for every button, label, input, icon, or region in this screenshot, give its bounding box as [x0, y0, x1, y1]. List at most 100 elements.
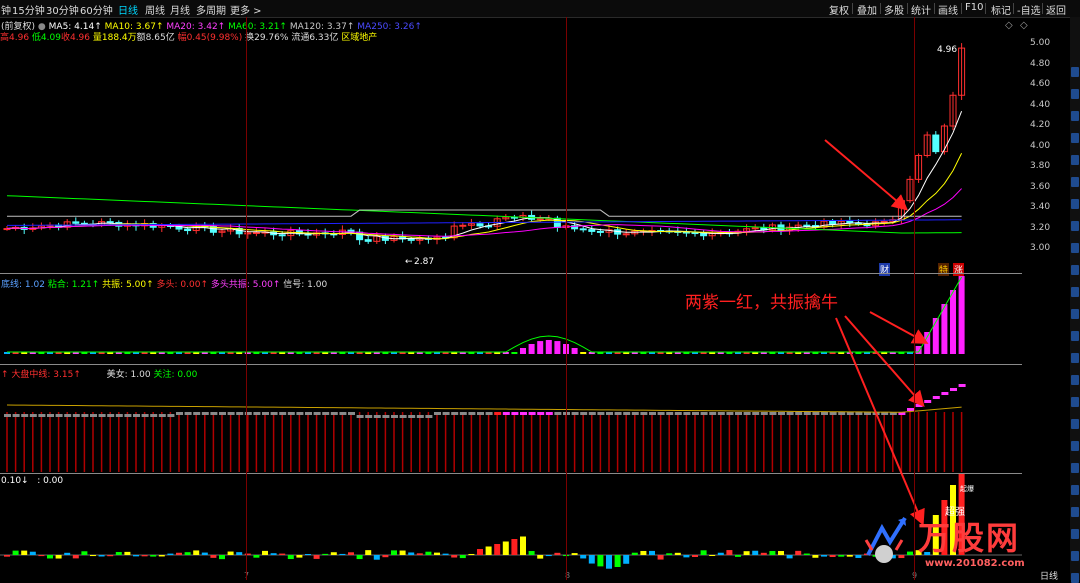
- candle-body: [252, 232, 260, 235]
- ind2-marker: [81, 414, 89, 417]
- ind3-bar: [795, 550, 802, 555]
- ind3-bar: [778, 551, 784, 555]
- sidebar-tool-icon[interactable]: [1071, 89, 1079, 99]
- ind3-bar: [597, 555, 604, 567]
- ind2-marker: [795, 412, 803, 415]
- ind2-marker: [451, 412, 459, 415]
- tab-weekly[interactable]: 周线: [145, 2, 165, 17]
- overlay-button[interactable]: 叠加: [857, 2, 877, 17]
- ind2-marker: [133, 414, 140, 417]
- sidebar-tool-icon[interactable]: [1071, 507, 1079, 517]
- ind3-bar: [485, 546, 492, 555]
- ind2-marker: [382, 415, 390, 418]
- tab-60min[interactable]: 60分钟: [80, 2, 113, 17]
- sidebar-tool-icon[interactable]: [1071, 111, 1079, 121]
- tab-15min[interactable]: 15分钟: [12, 2, 45, 17]
- ind3-bar: [812, 555, 819, 558]
- ind3-bar: [124, 551, 131, 555]
- ind2-marker: [907, 408, 914, 411]
- ind2-marker: [520, 412, 527, 415]
- ind2-marker: [12, 414, 20, 417]
- sidebar-tool-icon[interactable]: [1071, 199, 1079, 209]
- ind2-marker: [287, 412, 295, 415]
- tab-daily[interactable]: 日线: [118, 2, 138, 17]
- statistics-button[interactable]: 统计: [911, 2, 931, 17]
- top-toolbar: 钟 15分钟 30分钟 60分钟 日线 周线 月线 多周期 更多 > 复权 叠加…: [0, 0, 1080, 18]
- ind3-bar: [735, 555, 741, 557]
- ind2-marker: [141, 414, 149, 417]
- ind1-bar: [520, 348, 526, 354]
- remove-favorite-button[interactable]: -自选: [1017, 2, 1041, 17]
- ind2-marker: [924, 400, 932, 403]
- market-indicator-chart: 4.503.001.50: [4, 384, 966, 472]
- sidebar-tool-icon[interactable]: [1071, 309, 1079, 319]
- sidebar-tool-icon[interactable]: [1071, 155, 1079, 165]
- ind3-bar: [752, 550, 759, 555]
- f10-button[interactable]: F10: [965, 2, 983, 13]
- ind3-bar: [399, 550, 406, 555]
- ind2-marker: [674, 412, 682, 415]
- sidebar-tool-icon[interactable]: [1071, 375, 1079, 385]
- sidebar-tool-icon[interactable]: [1071, 463, 1079, 473]
- ind2-marker: [812, 412, 820, 415]
- ind3-bar: [821, 555, 827, 557]
- sidebar-tool-icon[interactable]: [1071, 573, 1079, 583]
- ind3-bar: [769, 550, 776, 555]
- candle-body: [278, 234, 286, 237]
- ind2-marker: [124, 414, 132, 417]
- ind2-marker: [408, 415, 416, 418]
- ind2-marker: [769, 412, 777, 415]
- tab-monthly[interactable]: 月线: [170, 2, 190, 17]
- mark-button[interactable]: 标记: [991, 2, 1011, 17]
- ind3-bar: [554, 552, 561, 555]
- ind2-marker: [236, 412, 244, 415]
- ind3-bar: [279, 553, 286, 555]
- ind3-bar: [167, 553, 174, 555]
- draw-line-button[interactable]: 画线: [938, 2, 958, 17]
- multi-stock-button[interactable]: 多股: [884, 2, 904, 17]
- back-button[interactable]: 返回: [1046, 2, 1066, 17]
- ind2-marker: [786, 412, 794, 415]
- sidebar-tool-icon[interactable]: [1071, 397, 1079, 407]
- ind2-marker: [846, 412, 854, 415]
- ind3-bar: [176, 552, 182, 555]
- sidebar-tool-icon[interactable]: [1071, 243, 1079, 253]
- sidebar-tool-icon[interactable]: [1071, 441, 1079, 451]
- sidebar-tool-icon[interactable]: [1071, 353, 1079, 363]
- sidebar-tool-icon[interactable]: [1071, 331, 1079, 341]
- tab-minute[interactable]: 钟: [1, 2, 11, 17]
- candle-body: [803, 224, 811, 227]
- tab-30min[interactable]: 30分钟: [46, 2, 79, 17]
- sidebar-tool-icon[interactable]: [1071, 485, 1079, 495]
- period-label[interactable]: 日线: [1040, 569, 1058, 582]
- ind3-bar: [193, 550, 200, 555]
- ind2-marker: [537, 412, 545, 415]
- ind2-marker: [158, 414, 166, 417]
- sidebar-tool-icon[interactable]: [1071, 529, 1079, 539]
- sidebar-tool-icon[interactable]: [1071, 133, 1079, 143]
- ind2-marker: [296, 412, 304, 415]
- ind2-marker: [606, 412, 613, 415]
- ind3-bar: [520, 536, 526, 555]
- ind3-bar: [657, 555, 664, 560]
- ind3-bar: [829, 555, 836, 558]
- ind1-bar: [932, 318, 939, 354]
- sidebar-tool-icon[interactable]: [1071, 177, 1079, 187]
- ind3-bar: [674, 552, 681, 555]
- sidebar-tool-icon[interactable]: [1071, 67, 1079, 77]
- sidebar-tool-icon[interactable]: [1071, 221, 1079, 231]
- ind2-marker: [657, 412, 665, 415]
- ind2-marker: [485, 412, 493, 415]
- ind1-bar: [915, 346, 922, 354]
- ind1-bar: [528, 344, 535, 354]
- tab-more[interactable]: 更多 >: [230, 2, 262, 17]
- sidebar-tool-icon[interactable]: [1071, 551, 1079, 561]
- sidebar-tool-icon[interactable]: [1071, 265, 1079, 275]
- ind2-marker: [941, 392, 949, 395]
- date-grid-line: [914, 17, 915, 580]
- restore-rights-button[interactable]: 复权: [829, 2, 849, 17]
- tab-multi-period[interactable]: 多周期: [196, 2, 226, 17]
- sidebar-tool-icon[interactable]: [1071, 419, 1079, 429]
- ind2-marker: [631, 412, 639, 415]
- sidebar-tool-icon[interactable]: [1071, 287, 1079, 297]
